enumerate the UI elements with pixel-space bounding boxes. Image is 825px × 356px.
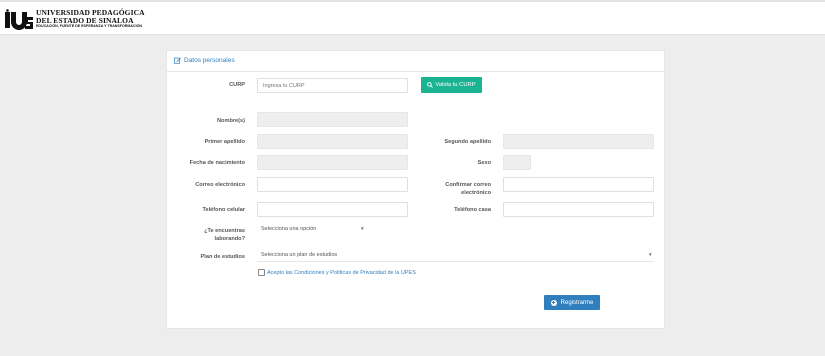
plan-label: Plan de estudios — [200, 254, 245, 260]
curp-label: CURP — [229, 82, 245, 88]
edit-icon — [174, 57, 181, 64]
trabajando-select-value: Selecciona una opción — [261, 226, 317, 232]
telefono-casa-label: Teléfono casa — [454, 207, 491, 213]
card-title: Datos personales — [174, 57, 235, 64]
logo-tagline: EDUCACIÓN, FUENTE DE ESPERANZA Y TRANSFO… — [36, 24, 142, 28]
upes-logo[interactable]: UNIVERSIDAD PEDAGÓGICA DEL ESTADO DE SIN… — [4, 9, 145, 30]
top-header: UNIVERSIDAD PEDAGÓGICA DEL ESTADO DE SIN… — [0, 0, 825, 35]
logo-line-2: DEL ESTADO DE SINALOA — [36, 15, 134, 25]
card-title-text: Datos personales — [184, 57, 235, 64]
confirmar-correo-label: Confirmar correo electrónico — [445, 182, 491, 196]
primer-apellido-field[interactable] — [257, 134, 408, 149]
plus-circle-icon — [550, 299, 557, 306]
upes-logo-mark — [4, 9, 34, 30]
terms-checkbox-row[interactable]: Acepto las Condiciones y Políticas de Pr… — [258, 269, 416, 276]
chevron-down-icon: ▼ — [360, 226, 365, 231]
logo-text: UNIVERSIDAD PEDAGÓGICA DEL ESTADO DE SIN… — [36, 9, 145, 29]
register-button[interactable]: Registrarme — [544, 295, 600, 310]
curp-input[interactable] — [257, 78, 408, 93]
terms-link[interactable]: Acepto las Condiciones y Políticas de Pr… — [267, 270, 416, 276]
segundo-apellido-label: Segundo apellido — [444, 139, 491, 145]
fecha-nacimiento-field[interactable] — [257, 155, 408, 170]
primer-apellido-label: Primer apellido — [204, 139, 245, 145]
nombre-field[interactable] — [257, 112, 408, 127]
validate-curp-label: Valida tu CURP — [435, 82, 476, 88]
segundo-apellido-field[interactable] — [503, 134, 654, 149]
fecha-nacimiento-label: Fecha de nacimiento — [189, 160, 245, 166]
trabajando-label: ¿Te encuentras laborando? — [204, 228, 245, 242]
sexo-label: Sexo — [477, 160, 491, 166]
header-accent-line — [0, 0, 825, 2]
telefono-celular-label: Teléfono celular — [202, 207, 245, 213]
correo-label: Correo electrónico — [195, 182, 245, 188]
terms-checkbox[interactable] — [258, 269, 265, 276]
search-icon — [427, 82, 434, 88]
correo-input[interactable] — [257, 177, 408, 192]
confirmar-correo-input[interactable] — [503, 177, 654, 192]
telefono-celular-input[interactable] — [257, 202, 408, 217]
sexo-field[interactable] — [503, 155, 531, 170]
telefono-casa-input[interactable] — [503, 202, 654, 217]
plan-select-underline — [257, 261, 654, 262]
plan-select[interactable]: Selecciona un plan de estudios ▼ — [261, 252, 654, 258]
chevron-down-icon: ▼ — [648, 252, 653, 257]
nombre-label: Nombre(s) — [217, 118, 245, 124]
trabajando-select[interactable]: Selecciona una opción ▼ — [261, 226, 366, 232]
plan-select-value: Selecciona un plan de estudios — [261, 252, 338, 258]
validate-curp-button[interactable]: Valida tu CURP — [421, 77, 482, 93]
register-button-label: Registrarme — [560, 299, 594, 306]
card-header: Datos personales — [167, 51, 664, 72]
